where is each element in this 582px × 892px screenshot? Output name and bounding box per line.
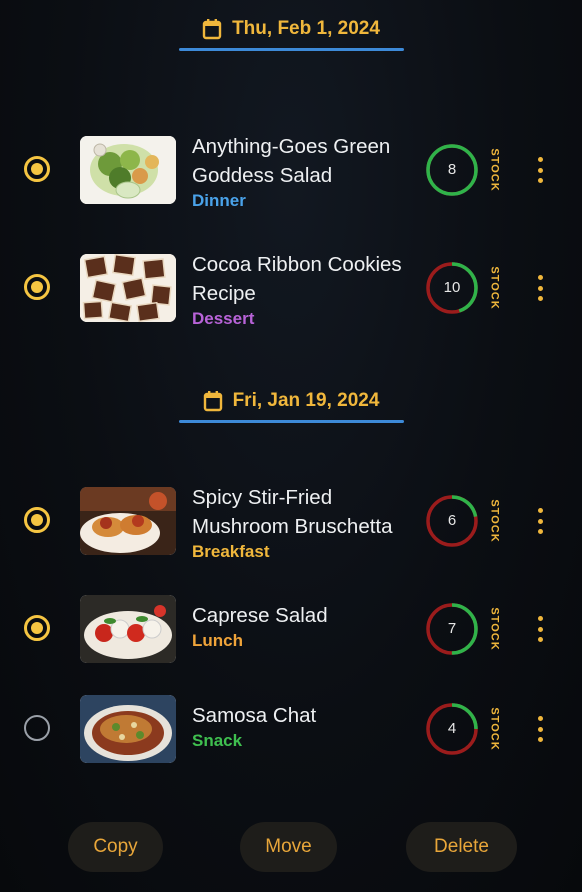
stock-count: 10 (443, 279, 461, 296)
move-button[interactable]: Move (240, 822, 337, 872)
stock-ring: 10 (425, 261, 479, 315)
recipe-category: Breakfast (192, 542, 270, 561)
date-header-1: Thu, Feb 1, 2024 (0, 18, 582, 51)
recipe-category: Dessert (192, 309, 255, 328)
date-label: Fri, Jan 19, 2024 (232, 390, 380, 411)
recipe-item-mushroom-bruschetta[interactable]: Spicy Stir-Fried Mushroom Bruschetta Bre… (0, 481, 582, 561)
select-radio[interactable] (24, 615, 50, 641)
recipe-category: Snack (192, 731, 243, 750)
recipe-title: Cocoa Ribbon Cookies (192, 253, 402, 276)
recipe-title-line2: Goddess Salad (192, 164, 333, 187)
recipe-title: Anything-Goes Green (192, 135, 391, 158)
stock-count: 8 (447, 161, 457, 178)
stock-ring: 7 (425, 602, 479, 656)
stock-ring: 6 (425, 494, 479, 548)
date-label: Thu, Feb 1, 2024 (232, 18, 380, 39)
calendar-icon (202, 19, 222, 40)
recipe-item-caprese-salad[interactable]: Caprese Salad Lunch 7 STOCK (0, 589, 582, 669)
recipe-category: Lunch (192, 631, 243, 650)
recipe-item-cocoa-ribbon-cookies[interactable]: Cocoa Ribbon Cookies Recipe Dessert 10 S… (0, 248, 582, 328)
green-salad-photo (80, 136, 176, 204)
stock-label: STOCK (489, 148, 501, 192)
more-options-icon[interactable] (528, 508, 552, 534)
more-options-icon[interactable] (528, 616, 552, 642)
delete-button[interactable]: Delete (406, 822, 517, 872)
cookies-photo (80, 254, 176, 322)
samosa-chat-photo (80, 695, 176, 763)
date-divider (178, 420, 404, 423)
stock-label: STOCK (489, 607, 501, 651)
calendar-icon (203, 391, 222, 412)
stock-label: STOCK (489, 499, 501, 543)
copy-button[interactable]: Copy (68, 822, 163, 872)
recipe-title: Spicy Stir-Fried (192, 486, 333, 509)
caprese-photo (80, 595, 176, 663)
more-options-icon[interactable] (528, 716, 552, 742)
stock-ring: 8 (425, 143, 479, 197)
stock-count: 7 (447, 620, 457, 637)
date-header-2: Fri, Jan 19, 2024 (0, 390, 582, 423)
select-radio[interactable] (24, 715, 50, 741)
recipe-item-green-goddess-salad[interactable]: Anything-Goes Green Goddess Salad Dinner… (0, 130, 582, 210)
stock-ring: 4 (425, 702, 479, 756)
recipe-item-samosa-chat[interactable]: Samosa Chat Snack 4 STOCK (0, 689, 582, 769)
select-radio[interactable] (24, 156, 50, 182)
stock-label: STOCK (489, 707, 501, 751)
select-radio[interactable] (24, 274, 50, 300)
recipe-category: Dinner (192, 191, 246, 210)
recipe-title: Caprese Salad (192, 604, 328, 627)
date-divider (178, 48, 404, 51)
stock-count: 4 (447, 720, 457, 737)
more-options-icon[interactable] (528, 275, 552, 301)
bruschetta-photo (80, 487, 176, 555)
select-radio[interactable] (24, 507, 50, 533)
recipe-title: Samosa Chat (192, 704, 317, 727)
stock-count: 6 (447, 512, 457, 529)
stock-label: STOCK (489, 266, 501, 310)
recipe-title-line2: Mushroom Bruschetta (192, 515, 393, 538)
more-options-icon[interactable] (528, 157, 552, 183)
recipe-title-line2: Recipe (192, 282, 256, 305)
